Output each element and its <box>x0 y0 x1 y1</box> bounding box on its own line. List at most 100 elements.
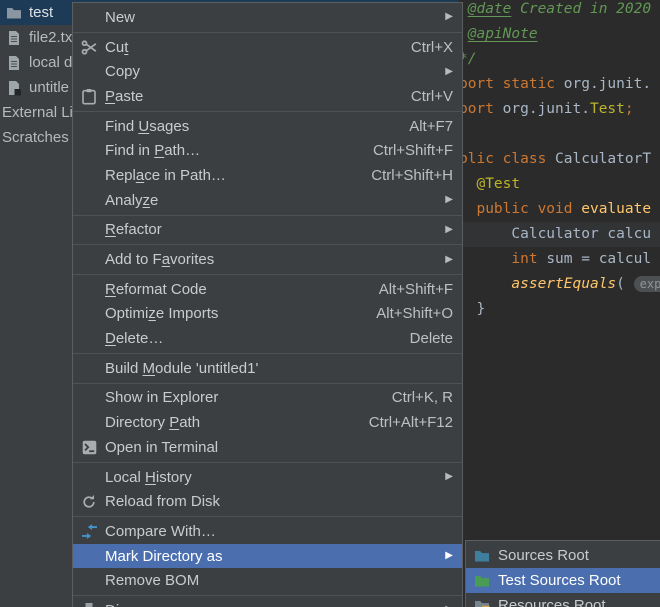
code-line[interactable]: port static org.junit. <box>459 72 660 97</box>
menu-item-label-part: Analy <box>105 192 143 209</box>
resources-root-folder-icon <box>474 598 490 607</box>
menu-item-find-usages[interactable]: Find UsagesAlt+F7 <box>73 114 462 139</box>
menu-item-paste[interactable]: Paste Ctrl+V <box>73 84 462 109</box>
menu-item-add-to-favorites[interactable]: Add to Favorites▶ <box>73 247 462 272</box>
context-menu: New▶ CutCtrl+X Copy ▶ Paste Ctrl+V Find Usages… <box>72 2 463 607</box>
code-line[interactable]: int sum = calcul <box>459 247 660 272</box>
diagram-icon <box>80 601 98 607</box>
menu-item-label-part: Add to F <box>105 251 162 268</box>
menu-item-copy[interactable]: Copy ▶ <box>73 59 462 84</box>
menu-item-label-part: M <box>143 360 156 377</box>
menu-item-label-part: Repl <box>105 167 136 184</box>
menu-item-reformat-code[interactable]: Reformat Code Alt+Shift+F <box>73 277 462 302</box>
code-token: ( <box>616 276 633 292</box>
menu-item-label-part: Optimi <box>105 305 148 322</box>
code-line[interactable]: @Test <box>459 172 660 197</box>
submenu-item-test-sources-root[interactable]: Test Sources Root <box>466 568 660 593</box>
code-line[interactable]: } <box>459 297 660 322</box>
ide-window: testfile2.txlocal duntitleExternal LiScr… <box>0 0 660 607</box>
menu-item-diagrams[interactable]: Diagrams▶ <box>73 598 462 607</box>
test-sources-root-folder-icon <box>474 573 490 589</box>
editor[interactable]: @date Created in 2020 @apiNote*/port sta… <box>458 0 660 607</box>
menu-item-label: Build Module 'untitled1' <box>105 360 258 377</box>
menu-item-show-in-explorer[interactable]: Show in ExplorerCtrl+K, R <box>73 386 462 411</box>
menu-item-label-part: P <box>169 414 179 431</box>
menu-item-find-in-path[interactable]: Find in Path…Ctrl+Shift+F <box>73 138 462 163</box>
tree-item-label: test <box>29 4 53 21</box>
menu-item-open-in-terminal[interactable]: Open in Terminal <box>73 435 462 460</box>
code-token: ; <box>625 101 634 117</box>
tree-item-label: untitle <box>29 79 69 96</box>
code-token: port static <box>459 76 564 92</box>
code-line[interactable]: Calculator calcu <box>459 222 660 247</box>
code-line[interactable]: port org.junit.Test; <box>459 97 660 122</box>
menu-item-mark-directory-as[interactable]: Mark Directory as▶ <box>73 544 462 569</box>
code-line[interactable]: blic class CalculatorT <box>459 147 660 172</box>
code-token: sum = calcul <box>546 251 651 267</box>
menu-separator <box>73 353 462 354</box>
code-line[interactable]: @apiNote <box>459 22 660 47</box>
menu-item-local-history[interactable]: Local History▶ <box>73 465 462 490</box>
menu-item-label-part: ath <box>179 414 200 431</box>
clipboard-icon <box>80 87 98 105</box>
code-line[interactable]: assertEquals( exp <box>459 272 660 297</box>
mark-directory-as-submenu: Sources RootTest Sources RootResources R… <box>465 540 660 607</box>
code-token: int <box>511 251 546 267</box>
menu-item-label-part: Find in <box>105 142 154 159</box>
menu-item-label: Show in Explorer <box>105 389 218 406</box>
menu-item-label-part: efactor <box>116 221 162 238</box>
menu-item-label: Copy <box>105 63 140 80</box>
menu-item-delete[interactable]: Delete…Delete <box>73 326 462 351</box>
code-token <box>459 276 511 292</box>
menu-item-label-part: a <box>136 167 144 184</box>
submenu-arrow-icon: ▶ <box>445 255 453 265</box>
code-token: public void <box>476 201 581 217</box>
menu-item-analyze[interactable]: Analyze ▶ <box>73 188 462 213</box>
menu-item-label-part: Directory <box>105 414 169 431</box>
parameter-hint: exp <box>634 276 660 292</box>
menu-item-shortcut: Alt+Shift+F <box>379 281 453 298</box>
menu-item-label-part: R <box>105 281 116 298</box>
menu-item-label-part: Copy <box>105 63 140 80</box>
code-line[interactable]: */ <box>459 47 660 72</box>
menu-item-refactor[interactable]: Refactor▶ <box>73 218 462 243</box>
menu-item-build-module[interactable]: Build Module 'untitled1' <box>73 356 462 381</box>
menu-item-label: Paste <box>105 88 143 105</box>
code-line[interactable]: public void evaluate <box>459 197 660 222</box>
menu-item-remove-bom[interactable]: Remove BOM <box>73 568 462 593</box>
menu-item-label-part: P <box>105 88 115 105</box>
menu-item-label-part: Remove BOM <box>105 572 199 589</box>
menu-item-label: Cut <box>105 39 128 56</box>
menu-item-shortcut: Ctrl+V <box>411 88 453 105</box>
code-line[interactable] <box>459 122 660 147</box>
menu-item-reload-from-disk[interactable]: Reload from Disk <box>73 489 462 514</box>
menu-item-label: Reformat Code <box>105 281 207 298</box>
menu-item-cut[interactable]: CutCtrl+X <box>73 35 462 60</box>
menu-item-label-part: Compare With… <box>105 523 216 540</box>
menu-item-label: Directory Path <box>105 414 200 431</box>
submenu-item-sources-root[interactable]: Sources Root <box>466 543 660 568</box>
menu-item-label-part: H <box>145 469 156 486</box>
menu-item-compare-with[interactable]: Compare With… <box>73 519 462 544</box>
menu-item-label-part: sages <box>149 118 189 135</box>
menu-item-label: Local History <box>105 469 192 486</box>
menu-separator <box>73 111 462 112</box>
menu-item-new[interactable]: New▶ <box>73 5 462 30</box>
code-line[interactable]: @date Created in 2020 <box>459 0 660 22</box>
submenu-arrow-icon: ▶ <box>445 195 453 205</box>
menu-item-replace-in-path[interactable]: Replace in Path…Ctrl+Shift+H <box>73 163 462 188</box>
menu-item-label-part: e <box>150 192 158 209</box>
menu-item-label-part: Show in Explorer <box>105 389 218 406</box>
menu-item-label: Remove BOM <box>105 572 199 589</box>
code-token <box>459 251 511 267</box>
menu-item-shortcut: Ctrl+Shift+H <box>371 167 453 184</box>
menu-item-label: Analyze <box>105 192 158 209</box>
code-token: Created in 2020 <box>511 1 651 17</box>
code-area: @date Created in 2020 @apiNote*/port sta… <box>459 0 660 322</box>
submenu-arrow-icon: ▶ <box>445 67 453 77</box>
menu-item-optimize-imports[interactable]: Optimize ImportsAlt+Shift+O <box>73 302 462 327</box>
submenu-item-resources-root[interactable]: Resources Root <box>466 593 660 607</box>
menu-item-directory-path[interactable]: Directory PathCtrl+Alt+F12 <box>73 410 462 435</box>
submenu-arrow-icon: ▶ <box>445 12 453 22</box>
menu-separator <box>73 32 462 33</box>
